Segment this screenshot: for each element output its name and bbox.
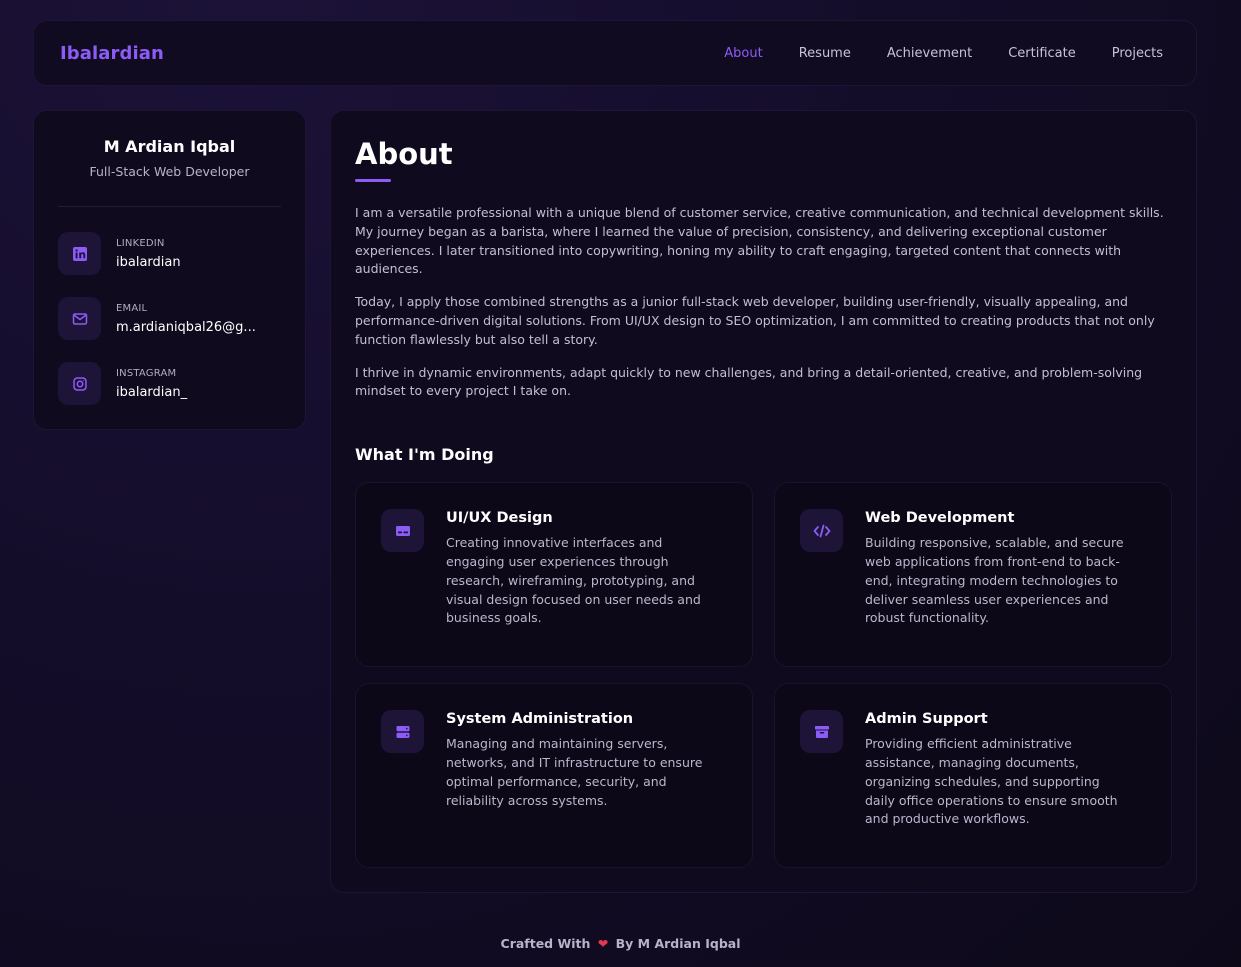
service-title: UI/UX Design — [446, 510, 553, 527]
nav-link-about[interactable]: About — [724, 46, 762, 61]
profile-title: Full-Stack Web Developer — [89, 164, 250, 179]
footer-author: By M Ardian Iqbal — [615, 936, 741, 951]
service-desc: Creating innovative interfaces and engag… — [446, 535, 701, 626]
about-paragraph: I thrive in dynamic environments, adapt … — [355, 364, 1143, 399]
navbar: Ibalardian About Resume Achievement Cert… — [33, 20, 1197, 86]
contact-value[interactable]: ibalardian — [116, 255, 256, 270]
service-card-uiux: UI/UX Design Creating innovative interfa… — [355, 482, 753, 668]
section-title: What I'm Doing — [355, 445, 494, 465]
contact-value[interactable]: ibalardian_ — [116, 385, 256, 400]
nav-link-achievement[interactable]: Achievement — [887, 46, 972, 61]
sidebar-divider — [58, 206, 281, 207]
about-paragraph: Today, I apply those combined strengths … — [355, 294, 1155, 347]
profile-sidebar: M Ardian Iqbal Full-Stack Web Developer … — [33, 110, 306, 430]
service-card-webdev: Web Development Building responsive, sca… — [774, 482, 1172, 668]
archive-icon — [800, 710, 843, 754]
contact-instagram[interactable]: INSTAGRAM ibalardian_ — [58, 362, 281, 405]
design-icon — [381, 509, 424, 553]
footer: Crafted With ❤ By M Ardian Iqbal — [0, 936, 1241, 951]
service-desc: Providing efficient administrative assis… — [865, 736, 1118, 827]
contact-linkedin[interactable]: LINKEDIN ibalardian — [58, 232, 281, 275]
nav-link-projects[interactable]: Projects — [1112, 46, 1163, 61]
contact-label: EMAIL — [116, 302, 148, 314]
service-desc: Building responsive, scalable, and secur… — [865, 535, 1124, 626]
profile-name: M Ardian Iqbal — [103, 137, 236, 156]
service-card-admin: Admin Support Providing efficient admini… — [774, 683, 1172, 869]
nav-link-resume[interactable]: Resume — [799, 46, 851, 61]
nav-links: About Resume Achievement Certificate Pro… — [688, 46, 1163, 61]
brand-logo[interactable]: Ibalardian — [60, 43, 164, 64]
contact-email[interactable]: EMAIL m.ardianiqbal26@g... — [58, 297, 281, 340]
page-title: About — [355, 137, 453, 171]
mail-icon — [58, 297, 101, 340]
footer-prefix: Crafted With — [500, 936, 591, 951]
title-underline — [355, 179, 391, 182]
code-icon — [800, 509, 843, 553]
contact-label: LINKEDIN — [116, 237, 165, 249]
heart-icon: ❤ — [597, 936, 609, 951]
service-desc: Managing and maintaining servers, networ… — [446, 736, 703, 808]
nav-link-certificate[interactable]: Certificate — [1008, 46, 1076, 61]
about-paragraph: I am a versatile professional with a uni… — [355, 205, 1164, 277]
service-card-sysadmin: System Administration Managing and maint… — [355, 683, 753, 869]
linkedin-icon — [58, 232, 101, 275]
service-title: Web Development — [865, 510, 1015, 527]
instagram-icon — [58, 362, 101, 405]
service-title: Admin Support — [865, 711, 988, 728]
service-title: System Administration — [446, 711, 634, 728]
about-panel: About I am a versatile professional with… — [330, 110, 1197, 893]
server-icon — [381, 710, 424, 754]
services-grid: UI/UX Design Creating innovative interfa… — [355, 482, 1172, 869]
contact-label: INSTAGRAM — [116, 367, 177, 379]
contact-value[interactable]: m.ardianiqbal26@g... — [116, 320, 256, 335]
